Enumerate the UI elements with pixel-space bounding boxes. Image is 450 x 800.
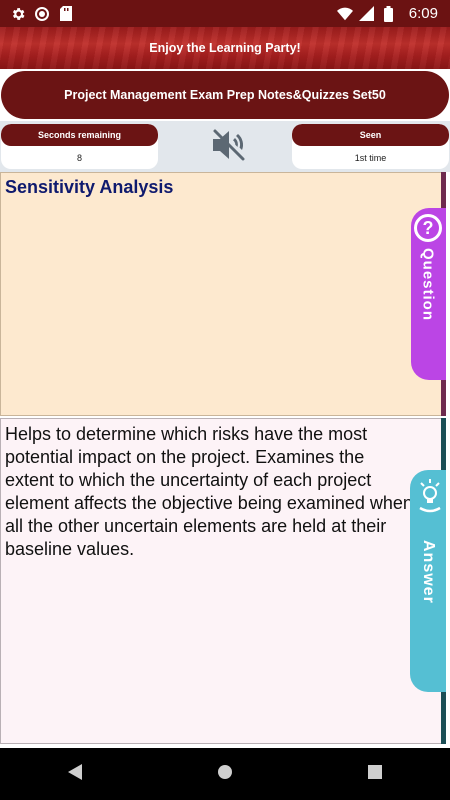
status-bar: 6:09: [0, 0, 450, 27]
question-tab-label: Question: [419, 248, 437, 322]
back-button[interactable]: [55, 754, 95, 794]
seconds-remaining-label: Seconds remaining: [1, 124, 158, 146]
circle-icon: [34, 6, 50, 22]
signal-icon: [359, 6, 375, 22]
back-icon: [68, 763, 82, 785]
lightbulb-icon: [418, 478, 442, 518]
top-banner: Enjoy the Learning Party!: [0, 27, 450, 69]
question-text: Sensitivity Analysis: [5, 177, 174, 197]
question-panel: Sensitivity Analysis: [0, 172, 446, 416]
answer-tab-label: Answer: [420, 540, 437, 604]
seen-box: Seen 1st time: [292, 124, 449, 169]
quiz-title-button[interactable]: Project Management Exam Prep Notes&Quizz…: [1, 71, 449, 119]
info-row: Seconds remaining 8 Seen 1st time: [0, 121, 450, 172]
quiz-title-text: Project Management Exam Prep Notes&Quizz…: [64, 88, 386, 102]
seen-label: Seen: [292, 124, 449, 146]
settings-icon: [10, 6, 26, 22]
recents-icon: [368, 764, 382, 784]
answer-panel: Helps to determine which risks have the …: [0, 418, 446, 744]
sd-card-icon: [58, 6, 74, 22]
status-right: 6:09: [336, 5, 438, 22]
answer-text: Helps to determine which risks have the …: [5, 424, 413, 559]
status-time: 6:09: [408, 5, 438, 22]
battery-icon: [381, 5, 397, 22]
wifi-icon: [336, 6, 353, 22]
home-icon: [217, 764, 233, 785]
question-mark-icon: ?: [414, 214, 442, 242]
recents-button[interactable]: [355, 754, 395, 794]
volume-muted-icon: [211, 128, 247, 167]
navigation-bar: [0, 748, 450, 800]
seconds-remaining-value: 8: [76, 152, 82, 163]
seconds-remaining-box: Seconds remaining 8: [1, 124, 158, 169]
home-button[interactable]: [205, 754, 245, 794]
question-mark-symbol: ?: [422, 217, 434, 238]
mute-button[interactable]: [206, 129, 252, 165]
banner-text: Enjoy the Learning Party!: [149, 41, 301, 55]
seen-value: 1st time: [354, 152, 387, 163]
status-left: [10, 6, 74, 22]
